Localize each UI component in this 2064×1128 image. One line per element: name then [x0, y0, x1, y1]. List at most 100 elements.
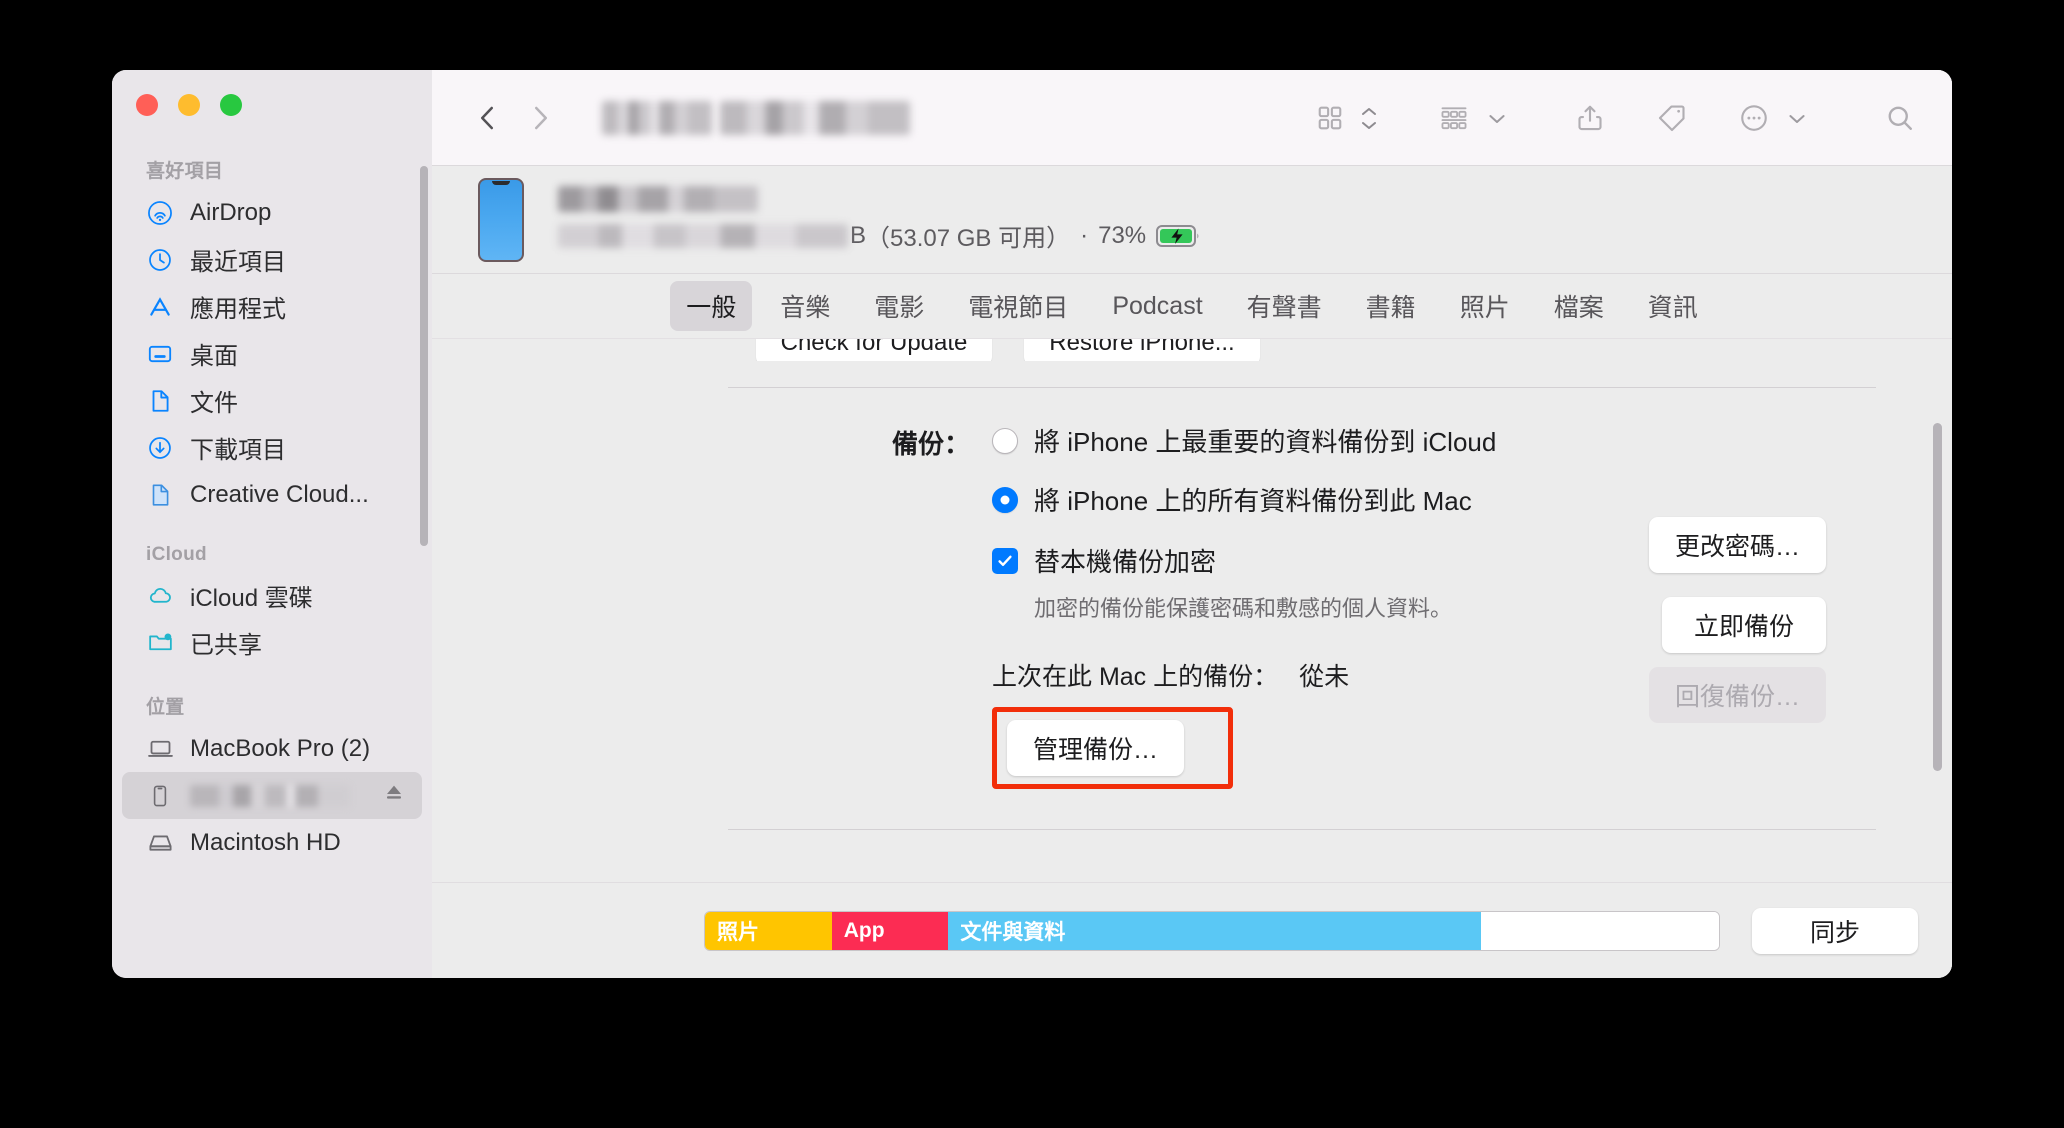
laptop-icon [146, 735, 174, 763]
file-blue-icon [146, 481, 174, 509]
sidebar-item-applications[interactable]: 應用程式 [122, 283, 422, 330]
sidebar-item-label: 文件 [190, 390, 238, 417]
downloads-icon [146, 434, 174, 462]
iphone-thumbnail [478, 177, 524, 262]
toolbar-right-group [1304, 70, 1926, 166]
tab-general[interactable]: 一般 [670, 281, 753, 331]
device-free-space: （53.07 GB 可用） [866, 225, 1071, 252]
sidebar-item-label: iCloud 雲碟 [190, 585, 313, 612]
zoom-button[interactable] [220, 94, 242, 116]
sidebar-group-title-icloud: iCloud [146, 544, 207, 565]
sidebar-item-macbook-pro[interactable]: MacBook Pro (2) [122, 725, 422, 772]
applications-icon [146, 293, 174, 321]
more-actions-icon[interactable] [1728, 92, 1780, 144]
sidebar-item-label: 桌面 [190, 343, 238, 370]
tab-info[interactable]: 資訊 [1632, 281, 1714, 331]
sidebar-item-downloads[interactable]: 下載項目 [122, 424, 422, 471]
restore-backup-button[interactable]: 回復備份… [1648, 667, 1826, 723]
harddisk-icon [146, 829, 174, 857]
manage-backups-button[interactable]: 管理備份… [1007, 720, 1185, 776]
radio-icloud[interactable] [992, 427, 1018, 454]
tab-tvshows[interactable]: 電視節目 [952, 281, 1084, 331]
sync-button[interactable]: 同步 [1752, 907, 1918, 954]
backup-option-mac[interactable]: 將 iPhone 上的所有資料備份到此 Mac [992, 481, 1952, 518]
window-traffic-lights [136, 94, 242, 116]
change-password-button[interactable]: 更改密碼… [1648, 517, 1826, 573]
sidebar-item-label: Creative Cloud... [190, 480, 369, 508]
tag-icon[interactable] [1646, 92, 1698, 144]
backup-option-icloud-label: 將 iPhone 上最重要的資料備份到 iCloud [1034, 427, 1497, 457]
chevron-down-icon[interactable] [1480, 92, 1514, 144]
tab-audiobooks[interactable]: 有聲書 [1231, 281, 1338, 331]
content-scrollbar[interactable] [1933, 423, 1942, 771]
sidebar-scroll-area[interactable]: 喜好項目 AirDrop 最近項目 應用程式 桌面 文件 下載項目 Creati… [112, 146, 432, 978]
sidebar-item-airdrop[interactable]: AirDrop [122, 189, 422, 236]
section-divider-top [728, 387, 1876, 388]
check-for-update-button[interactable]: Check for Update [756, 339, 992, 361]
sidebar-item-label: 已共享 [190, 632, 262, 659]
encrypt-backup-label: 替本機備份加密 [1034, 547, 1217, 577]
radio-mac[interactable] [992, 486, 1018, 513]
section-divider-bottom [728, 829, 1876, 830]
restore-iphone-button[interactable]: Restore iPhone... [1024, 339, 1260, 361]
encrypt-backup-checkbox[interactable] [992, 547, 1018, 574]
more-actions-control[interactable] [1728, 92, 1814, 144]
battery-charging-icon [1156, 223, 1202, 249]
general-tab-content[interactable]: Check for Update Restore iPhone... 備份： 將… [432, 338, 1952, 882]
back-button[interactable] [462, 92, 514, 144]
backup-option-icloud[interactable]: 將 iPhone 上最重要的資料備份到 iCloud [992, 422, 1952, 459]
search-icon[interactable] [1874, 92, 1926, 144]
group-by-icon[interactable] [1428, 92, 1480, 144]
capacity-segment-documents: 文件與資料 [948, 911, 1481, 950]
sidebar-item-desktop[interactable]: 桌面 [122, 330, 422, 377]
backup-option-mac-label: 將 iPhone 上的所有資料備份到此 Mac [1034, 486, 1472, 516]
iphone-icon [146, 782, 174, 810]
tab-photos[interactable]: 照片 [1444, 281, 1526, 331]
manage-backups-highlight: 管理備份… [992, 707, 1234, 789]
sidebar-item-label: 最近項目 [190, 249, 286, 276]
eject-icon[interactable] [382, 780, 406, 811]
sidebar-item-shared[interactable]: 已共享 [122, 619, 422, 666]
bottom-bar: 照片 App 文件與資料 同步 [432, 882, 1952, 978]
finder-window: 喜好項目 AirDrop 最近項目 應用程式 桌面 文件 下載項目 Creati… [112, 70, 1952, 978]
clock-icon [146, 246, 174, 274]
forward-button[interactable] [514, 92, 566, 144]
view-sort-chevrons-icon[interactable] [1360, 106, 1378, 131]
airdrop-icon [146, 199, 174, 227]
view-mode-control[interactable] [1304, 92, 1378, 144]
capacity-segment-photos: 照片 [705, 911, 832, 950]
capacity-bar: 照片 App 文件與資料 [704, 910, 1720, 951]
sidebar-item-icloud-drive[interactable]: iCloud 雲碟 [122, 572, 422, 619]
document-icon [146, 387, 174, 415]
sidebar-group-title-favorites: 喜好項目 [146, 161, 224, 182]
cloud-icon [146, 582, 174, 610]
tab-movies[interactable]: 電影 [858, 281, 940, 331]
title-blur-part2 [720, 100, 910, 135]
tab-files[interactable]: 檔案 [1538, 281, 1620, 331]
tab-books[interactable]: 書籍 [1350, 281, 1432, 331]
sidebar-group-title-locations: 位置 [146, 697, 185, 718]
share-icon[interactable] [1564, 92, 1616, 144]
device-header: B （53.07 GB 可用） · 73% [432, 166, 1952, 274]
sidebar-item-label: 應用程式 [190, 296, 286, 323]
chevron-down-more-icon[interactable] [1780, 92, 1814, 144]
sidebar-scrollbar[interactable] [420, 166, 428, 546]
sidebar-item-creative-cloud[interactable]: Creative Cloud... [122, 471, 422, 518]
capacity-segment-free [1480, 911, 1719, 950]
sidebar-item-macintosh-hd[interactable]: Macintosh HD [122, 819, 422, 866]
software-buttons-row: Check for Update Restore iPhone... [432, 339, 1952, 361]
sidebar-item-documents[interactable]: 文件 [122, 377, 422, 424]
backup-now-button[interactable]: 立即備份 [1662, 597, 1826, 653]
sidebar-item-iphone[interactable] [122, 772, 422, 819]
minimize-button[interactable] [178, 94, 200, 116]
tab-podcast[interactable]: Podcast [1096, 285, 1218, 328]
device-capacity-suffix: B [850, 221, 867, 249]
shared-folder-icon [146, 629, 174, 657]
sidebar-item-recents[interactable]: 最近項目 [122, 236, 422, 283]
close-button[interactable] [136, 94, 158, 116]
last-backup-label: 上次在此 Mac 上的備份： [992, 663, 1279, 691]
group-by-control[interactable] [1428, 92, 1514, 144]
tab-music[interactable]: 音樂 [764, 281, 846, 331]
sidebar-item-label-redacted [190, 784, 350, 807]
grid-view-icon[interactable] [1304, 92, 1356, 144]
